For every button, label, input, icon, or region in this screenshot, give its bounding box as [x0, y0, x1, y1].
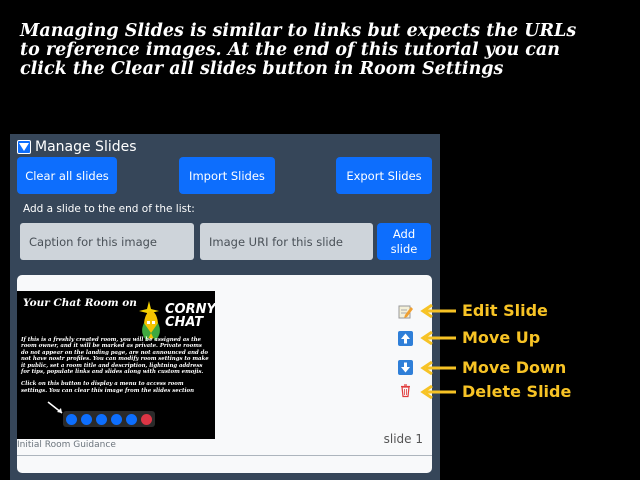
- chat-icon: [81, 413, 92, 425]
- tutorial-line-1: Managing Slides is similar to links but …: [20, 21, 577, 41]
- callout-arrow-icon: [420, 384, 456, 399]
- exit-icon: [141, 413, 152, 425]
- thumb-body-2: Click on this button to display a menu t…: [21, 381, 195, 394]
- add-slide-label-2: slide: [390, 241, 418, 256]
- move-up-icon[interactable]: [398, 331, 413, 346]
- brand-text: CORNY CHAT: [165, 303, 215, 329]
- callout-delete: Delete Slide: [420, 382, 571, 401]
- callout-arrow-icon: [420, 330, 456, 345]
- slide-caption: Initial Room Guidance: [17, 440, 116, 450]
- export-slides-button[interactable]: Export Slides: [336, 157, 432, 194]
- callout-edit: Edit Slide: [420, 301, 548, 320]
- thumb-body-1: If this is a freshly created room, you w…: [21, 337, 209, 376]
- callout-down: Move Down: [420, 358, 566, 377]
- callout-up: Move Up: [420, 328, 540, 347]
- caption-input[interactable]: Caption for this image: [20, 223, 194, 260]
- callout-arrow-icon: [420, 303, 456, 318]
- hand-icon: [96, 413, 107, 425]
- manage-slides-panel: Manage Slides Clear all slides Import Sl…: [10, 134, 440, 480]
- add-slide-button[interactable]: Add slide: [377, 223, 431, 260]
- card-divider: [17, 455, 432, 456]
- image-uri-input[interactable]: Image URI for this slide: [200, 223, 373, 260]
- add-slide-prompt: Add a slide to the end of the list:: [23, 203, 195, 215]
- zap-icon: [111, 413, 122, 425]
- callout-edit-label: Edit Slide: [462, 301, 548, 320]
- panel-title: Manage Slides: [35, 139, 137, 155]
- collapse-triangle-icon: [17, 140, 31, 154]
- thumb-title: Your Chat Room on: [23, 297, 137, 309]
- tutorial-line-2: to reference images. At the end of this …: [20, 40, 560, 60]
- edit-slide-icon[interactable]: [398, 304, 413, 319]
- slide-number: slide 1: [383, 432, 423, 446]
- tutorial-text: Managing Slides is similar to links but …: [20, 22, 635, 79]
- clear-all-slides-button[interactable]: Clear all slides: [17, 157, 117, 194]
- callout-delete-label: Delete Slide: [462, 382, 572, 401]
- settings-icon: [126, 413, 137, 425]
- slide-thumbnail: Your Chat Room on CORNY CHAT If this is …: [17, 291, 215, 439]
- callout-up-label: Move Up: [462, 328, 541, 347]
- manage-slides-toggle[interactable]: Manage Slides: [17, 139, 137, 155]
- callout-down-label: Move Down: [462, 358, 567, 377]
- thumb-body: If this is a freshly created room, you w…: [21, 337, 211, 400]
- add-slide-label-1: Add: [392, 226, 416, 241]
- thumb-room-menu: [63, 411, 155, 427]
- import-slides-button[interactable]: Import Slides: [179, 157, 275, 194]
- more-icon: [66, 413, 77, 425]
- delete-slide-icon[interactable]: [398, 383, 413, 398]
- slide-card: Your Chat Room on CORNY CHAT If this is …: [17, 275, 432, 473]
- tutorial-line-3: click the Clear all slides button in Roo…: [20, 59, 504, 79]
- move-down-icon[interactable]: [398, 360, 413, 375]
- callout-arrow-icon: [420, 360, 456, 375]
- brand-line-2: CHAT: [165, 315, 204, 330]
